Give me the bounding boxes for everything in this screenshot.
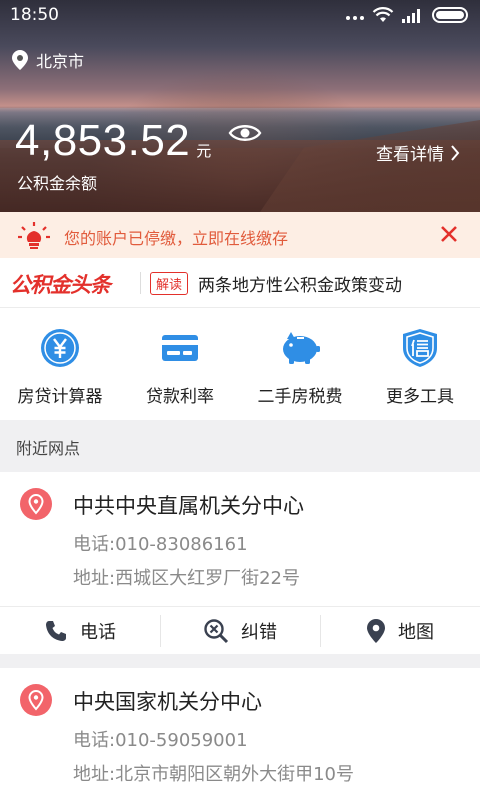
battery-icon bbox=[432, 7, 468, 23]
map-label: 地图 bbox=[398, 621, 434, 643]
call-button[interactable]: 电话 bbox=[0, 607, 160, 654]
piggy-bank-icon bbox=[283, 332, 320, 364]
correct-label: 纠错 bbox=[241, 621, 277, 643]
headline-divider bbox=[140, 272, 141, 294]
close-icon[interactable] bbox=[440, 225, 458, 243]
card-icon bbox=[162, 335, 198, 361]
branch-name: 中共中央直属机关分中心 bbox=[73, 494, 304, 518]
section-title: 附近网点 bbox=[16, 439, 81, 458]
tool-more-tools[interactable]: 更多工具 bbox=[360, 308, 480, 420]
tool-label: 更多工具 bbox=[386, 387, 454, 407]
headline-brand-logo: 公积金头条 bbox=[10, 273, 111, 297]
tool-mortgage-calculator[interactable]: 房贷计算器 bbox=[0, 308, 120, 420]
status-bar: 18:50 bbox=[0, 0, 480, 32]
branch-address: 地址:北京市朝阳区朝外大街甲10号 bbox=[73, 764, 354, 785]
tools-grid: 房贷计算器 贷款利率 二手房税费 更多工具 bbox=[0, 308, 480, 420]
branch-phone: 电话:010-83086161 bbox=[73, 534, 248, 555]
section-header-nearby: 附近网点 bbox=[0, 420, 480, 472]
tool-label: 贷款利率 bbox=[146, 387, 214, 407]
notice-bar[interactable]: 您的账户已停缴，立即在线缴存 bbox=[0, 212, 480, 258]
call-label: 电话 bbox=[80, 621, 116, 643]
chevron-right-icon bbox=[451, 144, 460, 161]
notice-text: 您的账户已停缴，立即在线缴存 bbox=[64, 229, 289, 248]
branch-card[interactable]: 中共中央直属机关分中心 电话:010-83086161 地址:西城区大红罗厂街2… bbox=[0, 472, 480, 654]
headline-tag: 解读 bbox=[150, 272, 189, 295]
more-dots-icon bbox=[346, 16, 364, 20]
branch-phone: 电话:010-59059001 bbox=[73, 730, 248, 751]
status-time: 18:50 bbox=[10, 5, 59, 25]
balance-unit: 元 bbox=[196, 142, 212, 160]
signal-icon bbox=[402, 9, 420, 23]
wifi-icon bbox=[372, 7, 394, 22]
lightbulb-icon bbox=[18, 222, 50, 249]
city-selector[interactable]: 北京市 bbox=[12, 48, 84, 72]
correction-search-icon bbox=[204, 618, 229, 643]
balance-amount: 4,853.52 元 bbox=[15, 117, 211, 165]
location-marker-icon bbox=[20, 684, 52, 716]
tool-label: 房贷计算器 bbox=[17, 387, 103, 407]
shield-xin-icon bbox=[403, 329, 437, 367]
phone-icon bbox=[46, 620, 66, 641]
tool-label: 二手房税费 bbox=[257, 387, 343, 407]
headline-title: 两条地方性公积金政策变动 bbox=[198, 276, 402, 296]
view-details-link[interactable]: 查看详情 bbox=[376, 140, 460, 165]
map-pin-icon bbox=[367, 618, 385, 643]
branch-address: 地址:西城区大红罗厂街22号 bbox=[73, 568, 300, 589]
location-marker-icon bbox=[20, 488, 52, 520]
branch-name: 中央国家机关分中心 bbox=[73, 690, 262, 714]
tool-loan-rate[interactable]: 贷款利率 bbox=[120, 308, 240, 420]
branch-actions: 电话 纠错 地图 bbox=[0, 606, 480, 654]
yuan-coin-icon bbox=[41, 329, 79, 367]
location-pin-icon bbox=[12, 50, 28, 70]
balance-label: 公积金余额 bbox=[17, 174, 98, 193]
city-name: 北京市 bbox=[36, 52, 85, 71]
branch-card[interactable]: 中央国家机关分中心 电话:010-59059001 地址:北京市朝阳区朝外大街甲… bbox=[0, 668, 480, 800]
eye-icon[interactable] bbox=[228, 122, 262, 144]
correct-error-button[interactable]: 纠错 bbox=[160, 607, 320, 654]
balance-value: 4,853.52 bbox=[15, 116, 191, 165]
tool-resale-tax[interactable]: 二手房税费 bbox=[240, 308, 360, 420]
view-details-label: 查看详情 bbox=[376, 145, 444, 165]
news-headline-bar[interactable]: 公积金头条 解读 两条地方性公积金政策变动 bbox=[0, 258, 480, 308]
map-button[interactable]: 地图 bbox=[320, 607, 480, 654]
